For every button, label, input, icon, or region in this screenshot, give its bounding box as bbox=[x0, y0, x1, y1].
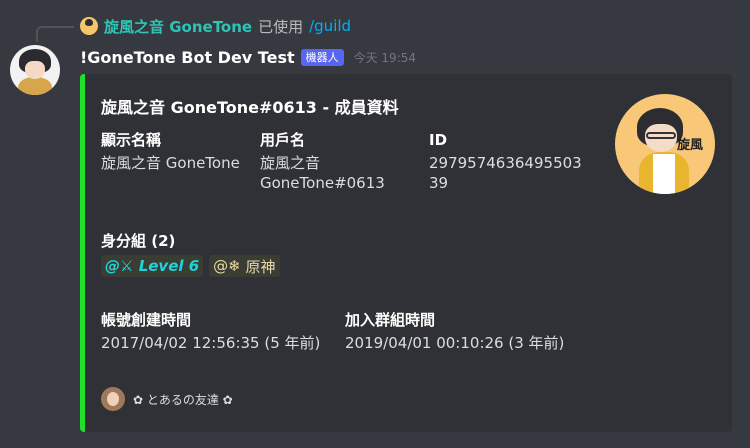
field-name: ID bbox=[429, 131, 448, 149]
snowflake-icon: ❄ bbox=[228, 257, 241, 275]
field-value: 2017/04/02 12:56:35 (5 年前) bbox=[101, 334, 321, 352]
field-name: 加入群組時間 bbox=[345, 311, 436, 329]
role-prefix: @ bbox=[213, 257, 229, 275]
reply-command[interactable]: /guild bbox=[309, 17, 351, 35]
field-name: 顯示名稱 bbox=[101, 131, 162, 149]
field-value: 39 bbox=[429, 174, 449, 192]
field-name: 用戶名 bbox=[260, 131, 306, 149]
field-joined-server: 加入群組時間 2019/04/01 00:10:26 (3 年前) bbox=[345, 310, 564, 353]
bot-username[interactable]: !GoneTone Bot Dev Test bbox=[80, 48, 295, 67]
sword-icon: ⚔ bbox=[120, 257, 134, 275]
field-value: 旋風之音 GoneTone bbox=[101, 154, 240, 172]
role-list: @ ⚔ Level 6 @ ❄ 原神 bbox=[101, 255, 280, 277]
embed-title: 旋風之音 GoneTone#0613 - 成員資料 bbox=[101, 98, 399, 117]
message-timestamp[interactable]: 今天 19:54 bbox=[354, 49, 416, 66]
role-mention-level[interactable]: @ ⚔ Level 6 bbox=[101, 255, 204, 277]
field-username: 用戶名 旋風之音 GoneTone#0613 bbox=[260, 130, 385, 193]
role-mention-genshin[interactable]: @ ❄ 原神 bbox=[209, 255, 280, 277]
role-prefix: @ bbox=[105, 257, 120, 275]
bot-avatar[interactable] bbox=[10, 45, 60, 95]
reply-username[interactable]: 旋風之音 GoneTone bbox=[104, 16, 252, 37]
reply-user-avatar[interactable] bbox=[80, 17, 98, 35]
message-header: !GoneTone Bot Dev Test 機器人 今天 19:54 bbox=[80, 46, 416, 68]
field-id: ID 2979574636495503 39 bbox=[429, 130, 582, 193]
footer-avatar-icon bbox=[101, 387, 125, 411]
member-info-embed: 旋風之音 GoneTone#0613 - 成員資料 旋風 顯示名稱 旋風之音 G… bbox=[80, 74, 732, 432]
field-display-name: 顯示名稱 旋風之音 GoneTone bbox=[101, 130, 240, 173]
thumbnail-logo-text: 旋風 bbox=[677, 138, 704, 153]
reply-reference[interactable]: 旋風之音 GoneTone 已使用 /guild bbox=[80, 15, 351, 37]
field-value: 旋風之音 bbox=[260, 154, 321, 172]
field-value: 2019/04/01 00:10:26 (3 年前) bbox=[345, 334, 565, 352]
reply-connector bbox=[36, 26, 74, 42]
role-label: Level 6 bbox=[138, 257, 200, 275]
footer-text: ✿ とあるの友達 ✿ bbox=[133, 392, 233, 407]
field-name: 身分組 (2) bbox=[101, 232, 176, 250]
embed-thumbnail[interactable]: 旋風 bbox=[615, 94, 715, 194]
reply-action-text: 已使用 bbox=[258, 17, 304, 36]
role-label: 原神 bbox=[245, 257, 276, 276]
field-name: 帳號創建時間 bbox=[101, 311, 192, 329]
bot-badge: 機器人 bbox=[300, 48, 344, 66]
embed-footer: ✿ とあるの友達 ✿ bbox=[101, 387, 233, 411]
field-account-created: 帳號創建時間 2017/04/02 12:56:35 (5 年前) bbox=[101, 310, 320, 353]
field-value: GoneTone#0613 bbox=[260, 174, 385, 192]
field-value: 2979574636495503 bbox=[429, 154, 582, 172]
field-roles: 身分組 (2) bbox=[101, 231, 175, 254]
